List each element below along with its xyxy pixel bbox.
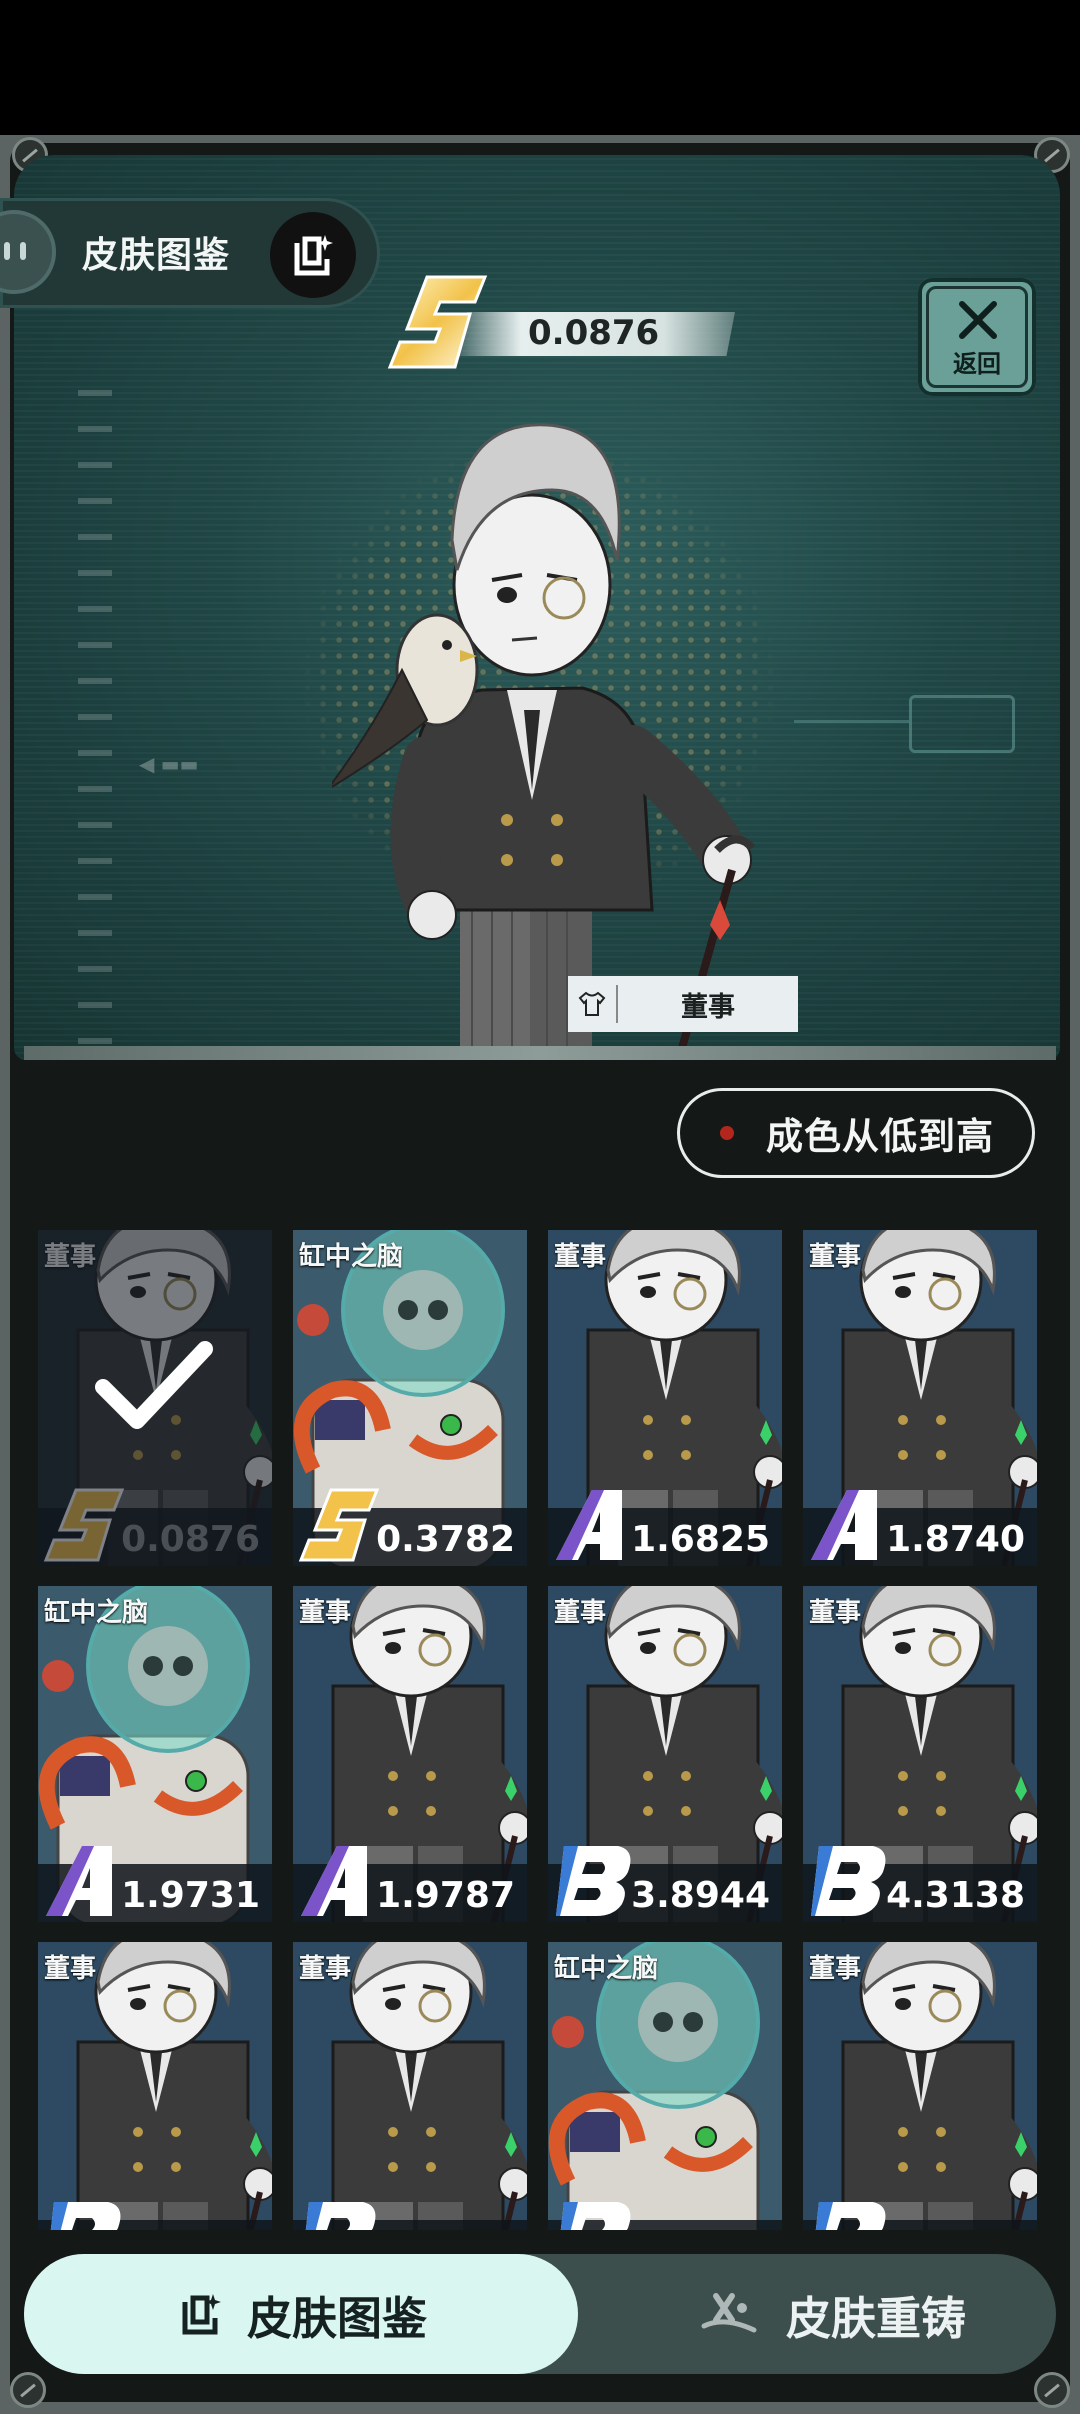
card-skin-name: 董事 [44,1954,97,1984]
skin-collection-icon [182,2294,221,2335]
card-skin-name: 董事 [809,1598,862,1628]
card-skin-name: 董事 [554,1598,607,1628]
skin-card[interactable]: 董事 1.8740 [803,1230,1037,1566]
recast-icon [701,2293,757,2333]
skin-card[interactable]: 董事 3.8944 [548,1586,782,1922]
card-value: 0.3782 [376,1519,515,1560]
card-skin-name: 董事 [299,1954,352,1984]
status-bar [0,0,1080,135]
skin-card[interactable]: 董事 [293,1942,527,2230]
grade-s-badge-icon [387,275,488,369]
grade-b-badge-icon [560,2202,631,2230]
rarity-value: 0.0876 [528,313,660,353]
grade-a-badge-icon [301,1846,367,1916]
sort-label: 成色从低到高 [766,1115,994,1158]
skin-card[interactable]: 董事 1.6825 [548,1230,782,1566]
card-skin-name: 缸中之脑 [299,1242,404,1272]
back-label: 返回 [953,350,1001,378]
skin-card[interactable]: 缸中之脑 [548,1942,782,2230]
close-icon [959,301,997,339]
grade-b-badge-icon [815,2202,886,2230]
card-value: 1.9787 [376,1875,515,1916]
grade-a-badge-icon [556,1490,622,1560]
skin-card[interactable]: 缸中之脑 1.9731 [38,1586,272,1922]
tab-skin-collection[interactable]: 皮肤图鉴 [24,2254,578,2374]
back-button[interactable]: 返回 [918,278,1036,396]
skin-collection-icon[interactable] [270,212,356,298]
character-director-figure [332,423,756,1060]
card-skin-name: 董事 [809,1242,862,1272]
card-skin-name: 缸中之脑 [554,1954,659,1984]
card-skin-name: 缸中之脑 [44,1598,149,1628]
grade-a-badge-icon [811,1490,877,1560]
grade-b-badge-icon [50,2202,121,2230]
rivet-icon [1034,2372,1070,2408]
card-skin-name: 董事 [299,1598,352,1628]
card-value: 1.8740 [886,1519,1025,1560]
sort-indicator-dot [720,1126,734,1140]
skin-card[interactable]: 董事 1.9787 [293,1586,527,1922]
grade-b-badge-icon [556,1846,631,1916]
card-value: 1.9731 [121,1875,260,1916]
tab-label: 皮肤图鉴 [246,2291,427,2345]
skin-name-tag: 董事 [568,976,798,1032]
card-skin-name: 董事 [554,1242,607,1272]
skin-card[interactable]: 董事0.0876 [38,1230,272,1566]
hud-ruler [78,390,112,1060]
skin-name: 董事 [681,991,735,1023]
skin-card[interactable]: 董事 4.3138 [803,1586,1037,1922]
rivet-icon [10,2372,46,2408]
checkmark-icon [95,1341,213,1429]
grade-a-badge-icon [46,1846,112,1916]
shirt-icon [568,985,618,1023]
grade-b-badge-icon [305,2202,376,2230]
grade-s-badge-icon [298,1488,380,1562]
page-title: 皮肤图鉴 [82,235,231,276]
card-value: 3.8944 [631,1875,770,1916]
skin-grid: 董事0.0876 缸中之脑 0.3782 董事 1.6825 [38,1230,1038,2230]
tab-skin-recast[interactable]: 皮肤重铸 [620,2254,1040,2374]
grade-b-badge-icon [811,1846,886,1916]
skin-card[interactable]: 缸中之脑 0.3782 [293,1230,527,1566]
panel-divider [24,1046,1056,1060]
card-value: 4.3138 [886,1875,1025,1916]
skin-card[interactable]: 董事 [803,1942,1037,2230]
skin-card[interactable]: 董事 [38,1942,272,2230]
card-value: 1.6825 [631,1519,770,1560]
hud-marker: ◀ ▬▬ [139,752,199,776]
card-skin-name: 董事 [809,1954,862,1984]
tab-label: 皮肤重铸 [785,2291,966,2345]
hud-frame [909,695,1015,753]
sort-button[interactable]: 成色从低到高 [677,1088,1035,1178]
